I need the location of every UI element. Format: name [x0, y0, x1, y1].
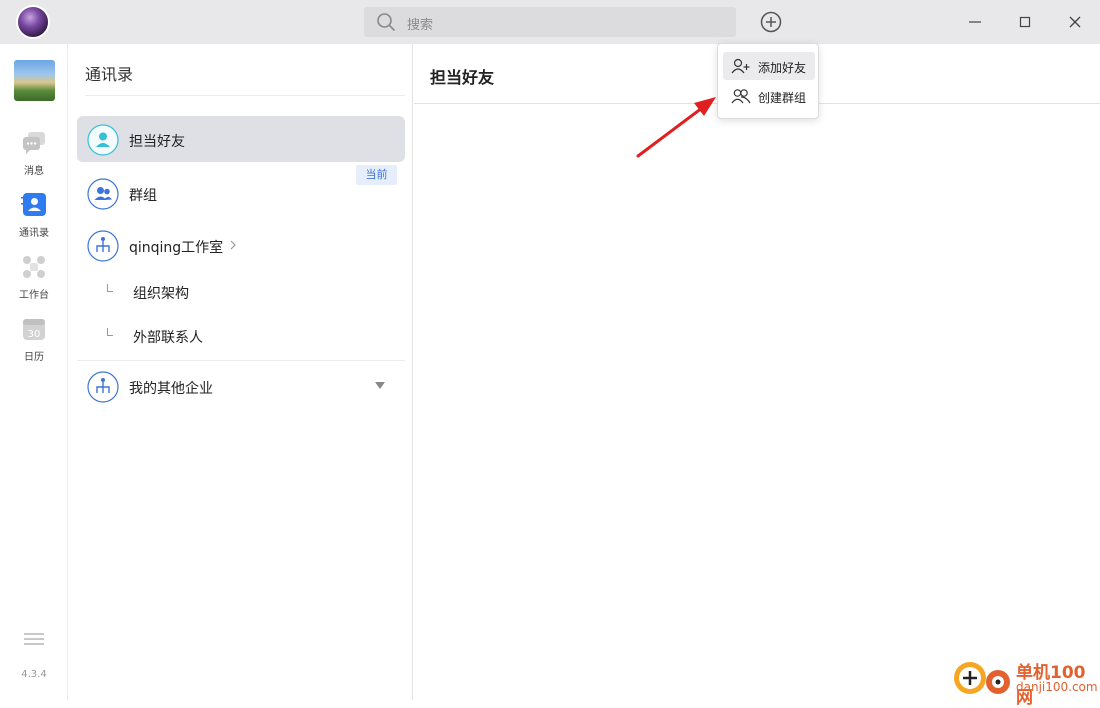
divider [85, 95, 405, 96]
watermark: 单机100网 danji100.com [950, 656, 1098, 708]
workbench-icon [23, 256, 45, 278]
add-friend-icon [731, 58, 750, 74]
version-label: 4.3.4 [21, 669, 47, 680]
company-logo[interactable] [14, 60, 55, 101]
nav-label-workbench: 工作台 [19, 290, 49, 301]
maximize-icon[interactable] [1013, 10, 1037, 34]
divider [77, 360, 405, 361]
add-dropdown-menu: 添加好友 创建群组 [717, 43, 819, 119]
contact-item-label: 担当好友 [129, 134, 185, 150]
title-bar: 搜索 [0, 0, 1100, 44]
contact-item-label: 我的其他企业 [129, 381, 213, 397]
contact-item-organization[interactable]: qinqing工作室 [77, 222, 405, 268]
sub-item-org-structure[interactable]: 组织架构 [77, 272, 405, 312]
search-placeholder: 搜索 [407, 18, 434, 33]
watermark-logo [954, 662, 1010, 694]
add-circle-icon[interactable] [759, 10, 783, 34]
create-group-icon [731, 89, 751, 104]
chevron-right-icon [230, 240, 236, 250]
org-tree-icon [87, 230, 119, 262]
nav-label-messages: 消息 [24, 166, 44, 177]
message-icon [23, 132, 45, 154]
nav-item-messages[interactable]: 消息 [0, 130, 68, 186]
contacts-panel: 通讯录 担当好友 群组 qinqing工作室 当前 组织架构 外部联系人 我的其… [69, 44, 413, 700]
search-box[interactable]: 搜索 [364, 7, 736, 37]
main-title: 担当好友 [430, 68, 495, 87]
calendar-day: 30 [28, 329, 41, 340]
group-icon [87, 178, 119, 210]
contact-item-other-enterprises[interactable]: 我的其他企业 [77, 363, 405, 409]
menu-icon[interactable] [23, 632, 45, 646]
menu-item-create-group[interactable]: 创建群组 [723, 82, 815, 110]
current-badge: 当前 [356, 165, 397, 185]
tree-corner-icon [107, 284, 113, 292]
nav-item-workbench[interactable]: 工作台 [0, 254, 68, 310]
panel-title: 通讯录 [85, 65, 134, 84]
menu-item-add-friend[interactable]: 添加好友 [723, 52, 815, 80]
tree-corner-icon [107, 328, 113, 336]
nav-item-contacts[interactable]: 通讯录 [0, 192, 68, 248]
watermark-url: danji100.com [1016, 680, 1098, 694]
user-avatar[interactable] [16, 5, 50, 39]
sub-item-label: 组织架构 [133, 286, 189, 302]
nav-item-calendar[interactable]: 30 日历 [0, 316, 68, 372]
nav-label-calendar: 日历 [24, 352, 44, 363]
nav-label-contacts: 通讯录 [19, 228, 49, 239]
friend-icon [87, 124, 119, 156]
search-icon [377, 13, 395, 31]
org-tree-icon [87, 371, 119, 403]
main-content: 担当好友 [414, 44, 1100, 700]
menu-item-label: 创建群组 [758, 91, 807, 105]
caret-down-icon[interactable] [374, 381, 386, 390]
left-nav-bar: 消息 通讯录 工作台 30 日历 4.3.4 [0, 44, 68, 700]
contact-item-label: 群组 [129, 188, 157, 204]
contacts-icon [21, 193, 46, 216]
contact-item-friends[interactable]: 担当好友 [77, 116, 405, 162]
calendar-icon: 30 [23, 319, 45, 340]
sub-item-label: 外部联系人 [133, 330, 203, 346]
contact-item-label: qinqing工作室 [129, 240, 224, 256]
menu-item-label: 添加好友 [758, 61, 807, 75]
minimize-icon[interactable] [963, 10, 987, 34]
sub-item-external-contacts[interactable]: 外部联系人 [77, 316, 405, 356]
close-icon[interactable] [1063, 10, 1087, 34]
